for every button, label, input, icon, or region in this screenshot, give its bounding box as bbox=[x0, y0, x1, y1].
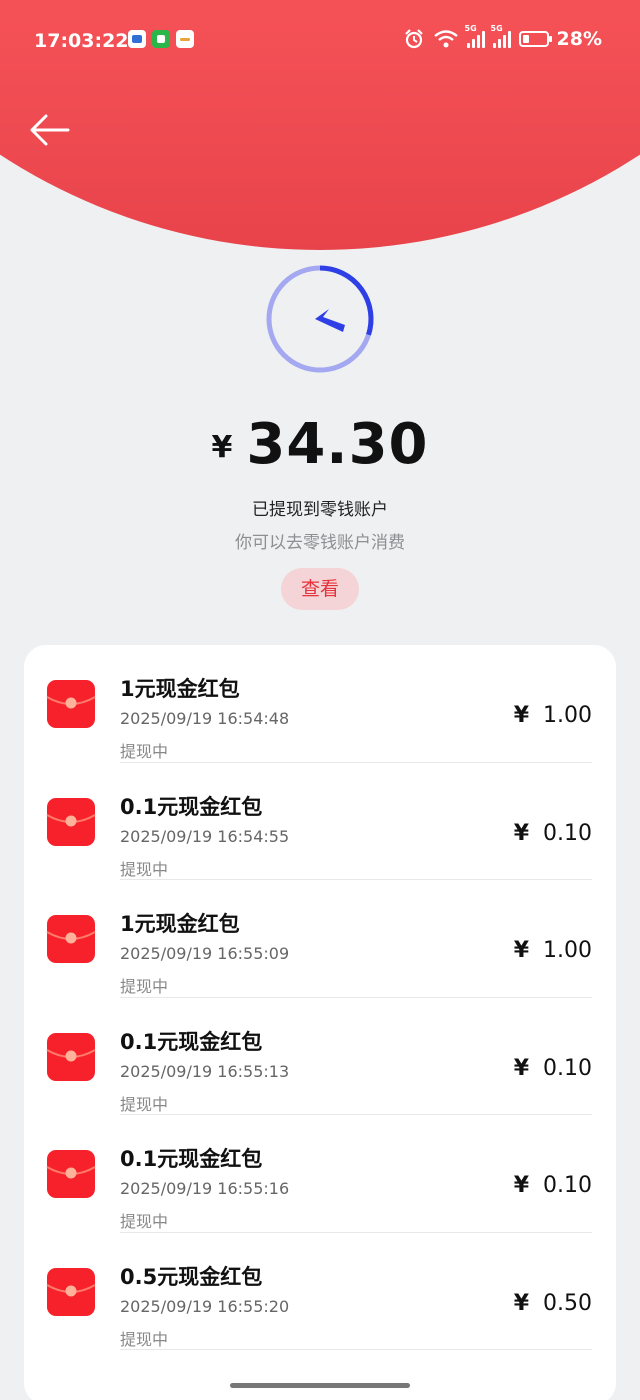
record-currency: ¥ bbox=[513, 1290, 530, 1316]
red-envelope-icon bbox=[46, 680, 96, 728]
status-time: 17:03:22 bbox=[34, 30, 129, 52]
record-amount-value: 0.10 bbox=[543, 1173, 592, 1198]
records-card: 1元现金红包 2025/09/19 16:54:48 提现中 ¥1.00 0.1… bbox=[24, 645, 616, 1400]
alarm-icon bbox=[404, 29, 423, 49]
record-currency: ¥ bbox=[513, 1055, 530, 1081]
record-amount: ¥0.50 bbox=[514, 1291, 592, 1316]
record-row[interactable]: 0.1元现金红包 2025/09/19 16:54:55 提现中 ¥0.10 bbox=[24, 763, 616, 880]
timer-icon bbox=[266, 265, 374, 373]
record-time: 2025/09/19 16:55:09 bbox=[120, 944, 290, 963]
record-title: 1元现金红包 bbox=[120, 677, 240, 701]
status-indicators: 5G 5G 28% bbox=[403, 24, 602, 50]
record-row[interactable]: 0.1元现金红包 2025/09/19 16:55:16 提现中 ¥0.10 bbox=[24, 1115, 616, 1233]
record-time: 2025/09/19 16:55:16 bbox=[120, 1179, 290, 1198]
record-status: 提现中 bbox=[120, 859, 169, 879]
record-currency: ¥ bbox=[513, 703, 530, 728]
record-currency: ¥ bbox=[513, 1173, 530, 1198]
app-blue-icon bbox=[128, 30, 146, 48]
withdraw-message: 已提现到零钱账户 bbox=[252, 500, 388, 520]
record-title: 0.1元现金红包 bbox=[120, 1147, 263, 1171]
record-amount-value: 0.10 bbox=[543, 820, 592, 846]
record-status: 提现中 bbox=[120, 1212, 169, 1231]
record-amount: ¥0.10 bbox=[514, 1173, 592, 1198]
red-envelope-icon bbox=[46, 915, 96, 963]
record-amount: ¥1.00 bbox=[514, 703, 592, 728]
record-row[interactable]: 0.1元现金红包 2025/09/19 16:55:13 提现中 ¥0.10 bbox=[24, 998, 616, 1115]
record-title: 0.5元现金红包 bbox=[120, 1264, 263, 1289]
app-realme-icon bbox=[176, 30, 194, 48]
record-time: 2025/09/19 16:55:20 bbox=[120, 1296, 290, 1316]
record-time: 2025/09/19 16:54:55 bbox=[120, 826, 290, 846]
back-arrow-icon[interactable] bbox=[28, 112, 72, 148]
status-app-icons bbox=[128, 30, 194, 48]
record-status: 提现中 bbox=[120, 742, 169, 761]
red-envelope-icon bbox=[46, 1267, 96, 1316]
record-amount: ¥0.10 bbox=[514, 821, 592, 846]
view-button[interactable]: 查看 bbox=[281, 568, 359, 610]
record-status: 提现中 bbox=[120, 1094, 169, 1114]
status-bar: 17:03:22 5G 5G 28% bbox=[0, 18, 640, 62]
record-amount-value: 1.00 bbox=[543, 703, 592, 728]
record-title: 1元现金红包 bbox=[120, 912, 240, 936]
record-amount-value: 0.50 bbox=[543, 1290, 592, 1316]
red-envelope-icon bbox=[46, 1150, 96, 1198]
red-envelope-icon bbox=[46, 1032, 96, 1081]
battery-icon bbox=[518, 31, 552, 47]
app-green-icon bbox=[152, 30, 170, 48]
record-row[interactable]: 1元现金红包 2025/09/19 16:55:09 提现中 ¥1.00 bbox=[24, 880, 616, 998]
cell-signal-2-icon: 5G bbox=[491, 24, 511, 48]
record-amount-value: 1.00 bbox=[543, 938, 592, 963]
record-title: 0.1元现金红包 bbox=[120, 794, 263, 819]
record-row[interactable]: 0.5元现金红包 2025/09/19 16:55:20 提现中 ¥0.50 bbox=[24, 1233, 616, 1350]
record-time: 2025/09/19 16:54:48 bbox=[120, 709, 290, 728]
battery-percent: 28% bbox=[556, 28, 602, 50]
withdraw-hint: 你可以去零钱账户消费 bbox=[235, 533, 405, 553]
record-row[interactable]: 1元现金红包 2025/09/19 16:54:48 提现中 ¥1.00 bbox=[24, 645, 616, 763]
red-envelope-icon bbox=[46, 797, 96, 846]
record-amount: ¥0.10 bbox=[514, 1056, 592, 1081]
amount-value: 34.30 bbox=[246, 412, 429, 477]
record-status: 提现中 bbox=[120, 977, 169, 996]
record-amount-value: 0.10 bbox=[543, 1055, 592, 1081]
record-time: 2025/09/19 16:55:13 bbox=[120, 1061, 290, 1081]
withdraw-amount: ¥34.30 bbox=[0, 412, 640, 477]
divider bbox=[120, 1349, 592, 1350]
record-status: 提现中 bbox=[120, 1329, 169, 1349]
amount-currency: ¥ bbox=[211, 430, 233, 465]
wifi-icon bbox=[433, 30, 458, 48]
home-indicator[interactable] bbox=[230, 1383, 410, 1388]
record-currency: ¥ bbox=[513, 938, 530, 963]
record-amount: ¥1.00 bbox=[514, 938, 592, 963]
record-currency: ¥ bbox=[513, 820, 530, 846]
cell-signal-1-icon: 5G bbox=[465, 24, 485, 48]
record-title: 0.1元现金红包 bbox=[120, 1029, 263, 1054]
